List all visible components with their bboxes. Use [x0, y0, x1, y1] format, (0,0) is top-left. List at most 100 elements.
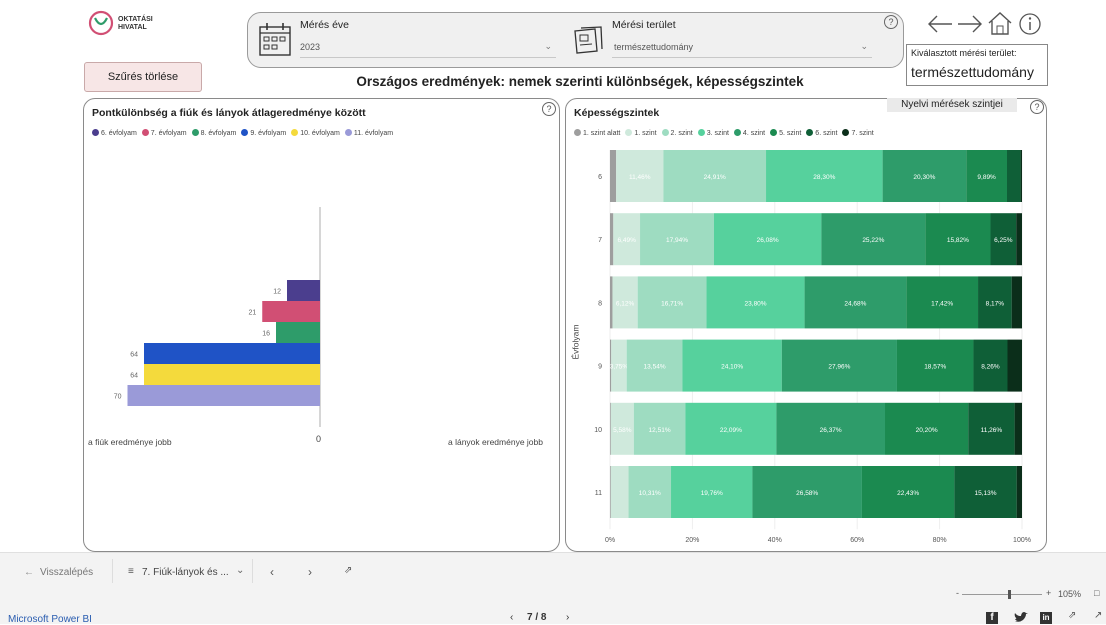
bar[interactable] [276, 322, 320, 343]
zoom-in-icon[interactable]: + [1046, 588, 1051, 598]
zoom-slider[interactable] [962, 594, 1042, 595]
share-icon[interactable]: ⇗ [1068, 610, 1076, 621]
stacked-bar-segment[interactable] [1020, 150, 1022, 202]
bar[interactable] [287, 280, 320, 301]
zoom-slider-thumb[interactable] [1008, 590, 1011, 599]
bar-value-label: 12 [273, 289, 281, 296]
linkedin-icon[interactable]: in [1040, 612, 1052, 624]
divider [252, 559, 253, 583]
chevron-down-icon: ⌄ [544, 41, 552, 51]
segment-value-label: 26,37% [820, 427, 842, 434]
back-button[interactable]: Visszalépés [40, 567, 93, 578]
segment-value-label: 26,58% [796, 490, 818, 497]
fit-page-icon[interactable]: □ [1094, 588, 1099, 598]
y-tick-label: 9 [598, 364, 602, 371]
language-levels-button[interactable]: Nyelvi mérések szintjei [887, 98, 1017, 112]
segment-value-label: 17,42% [931, 300, 953, 307]
oktatasi-hivatal-logo: OKTATÁSI HIVATAL [88, 10, 198, 40]
segment-value-label: 20,20% [916, 427, 938, 434]
facebook-icon[interactable]: f [986, 612, 998, 624]
power-bi-link[interactable]: Microsoft Power BI [8, 614, 92, 625]
chevron-down-icon: ⌄ [860, 41, 868, 51]
stacked-bar-segment[interactable] [610, 466, 611, 518]
status-bar: - + 105% □ ‹ 7 / 8 › f in ⇗ ↗ [0, 588, 1106, 624]
zero-label: 0 [316, 434, 322, 444]
next-page-icon[interactable]: › [308, 565, 312, 579]
gender-difference-panel: Pontkülönbség a fiúk és lányok átlagered… [83, 98, 560, 552]
stacked-bar-segment[interactable] [1011, 276, 1022, 329]
page-selector[interactable]: 7. Fiúk-lányok és ... [142, 567, 229, 578]
year-dropdown[interactable]: 2023 ⌄ [300, 39, 556, 58]
stacked-bar-segment[interactable] [1007, 339, 1022, 392]
page-title: Országos eredmények: nemek szerinti külö… [356, 74, 804, 89]
segment-value-label: 24,91% [704, 174, 726, 181]
segment-value-label: 6,49% [617, 237, 636, 244]
bar-value-label: 64 [130, 352, 138, 359]
zoom-level: 105% [1058, 589, 1082, 599]
segment-value-label: 25,22% [862, 237, 884, 244]
next-page-icon[interactable]: › [566, 612, 569, 623]
x-tick-label: 0% [605, 537, 615, 544]
ability-levels-panel: Képességszintek ? 1. szint alatt 1. szint… [565, 98, 1047, 552]
clear-filters-button[interactable]: Szűrés törlése [84, 62, 202, 92]
page-indicator: 7 / 8 [527, 612, 547, 623]
filter-panel: Mérés éve 2023 ⌄ Mérési terület természe… [247, 12, 904, 68]
arrow-right-icon[interactable] [956, 14, 984, 34]
arrow-left-icon[interactable] [926, 14, 954, 34]
segment-value-label: 24,10% [721, 364, 743, 371]
bar[interactable] [144, 364, 320, 385]
y-tick-label: 8 [598, 300, 602, 307]
bar-value-label: 64 [130, 373, 138, 380]
chevron-down-icon[interactable]: ⌄ [236, 565, 244, 576]
home-icon[interactable] [986, 10, 1014, 36]
stacked-bar-segment[interactable] [610, 276, 613, 329]
year-dropdown-value: 2023 [300, 42, 321, 52]
info-icon[interactable] [1018, 12, 1042, 36]
stacked-bar-segment[interactable] [1014, 402, 1022, 455]
stacked-bar-segment[interactable] [610, 466, 629, 518]
page-list-icon[interactable]: ≡ [128, 566, 134, 577]
segment-value-label: 8,26% [981, 364, 1000, 371]
ability-levels-chart: 0% 20% 40% 60% 80% 100% 11,46% 24,91% 28,30% 20,3… [594, 150, 1031, 544]
help-icon[interactable]: ? [884, 15, 898, 29]
segment-value-label: 11,46% [629, 174, 651, 181]
twitter-icon[interactable] [1014, 612, 1028, 624]
x-tick-label: 60% [850, 537, 864, 544]
bar[interactable] [127, 385, 321, 406]
bar[interactable] [262, 301, 320, 322]
segment-value-label: 6,25% [994, 237, 1013, 244]
previous-page-icon[interactable]: ‹ [270, 565, 274, 579]
stacked-bar-segment[interactable] [1016, 466, 1022, 518]
selected-area-box: Kiválasztott mérési terület: természettu… [906, 44, 1048, 86]
boys-better-caption: a fiúk eredménye jobb [88, 437, 172, 447]
expand-icon[interactable]: ↗ [1094, 610, 1102, 621]
x-tick-label: 20% [685, 537, 699, 544]
area-dropdown-value: természettudomány [614, 42, 694, 52]
bar[interactable] [144, 343, 320, 364]
stacked-bar-segment[interactable] [1016, 213, 1022, 266]
y-tick-label: 10 [594, 427, 602, 434]
segment-value-label: 12,51% [649, 427, 671, 434]
segment-value-label: 28,30% [813, 174, 835, 181]
gender-difference-chart: 12 21 16 64 64 70 [114, 207, 321, 427]
fullscreen-icon[interactable]: ⇗ [344, 565, 352, 576]
zoom-out-icon[interactable]: - [956, 588, 959, 598]
bar-value-label: 21 [248, 310, 256, 317]
arrow-left-icon[interactable]: ← [24, 567, 34, 578]
segment-value-label: 13,54% [644, 364, 666, 371]
stacked-bar-segment[interactable] [1007, 150, 1021, 202]
segment-value-label: 19,76% [701, 490, 723, 497]
segment-value-label: 15,13% [974, 490, 996, 497]
x-tick-label: 80% [933, 537, 947, 544]
bar-value-label: 70 [114, 394, 122, 401]
segment-value-label: 11,26% [981, 427, 1003, 434]
segment-value-label: 3,75% [610, 364, 629, 371]
stacked-bar-segment[interactable] [610, 402, 611, 455]
logo-emblem-icon [88, 10, 114, 36]
stacked-bar-segment[interactable] [610, 213, 614, 266]
area-dropdown[interactable]: természettudomány ⌄ [612, 39, 872, 58]
segment-value-label: 27,96% [828, 364, 850, 371]
stacked-bar-segment[interactable] [610, 150, 617, 202]
girls-better-caption: a lányok eredménye jobb [448, 437, 543, 447]
previous-page-icon[interactable]: ‹ [510, 612, 513, 623]
